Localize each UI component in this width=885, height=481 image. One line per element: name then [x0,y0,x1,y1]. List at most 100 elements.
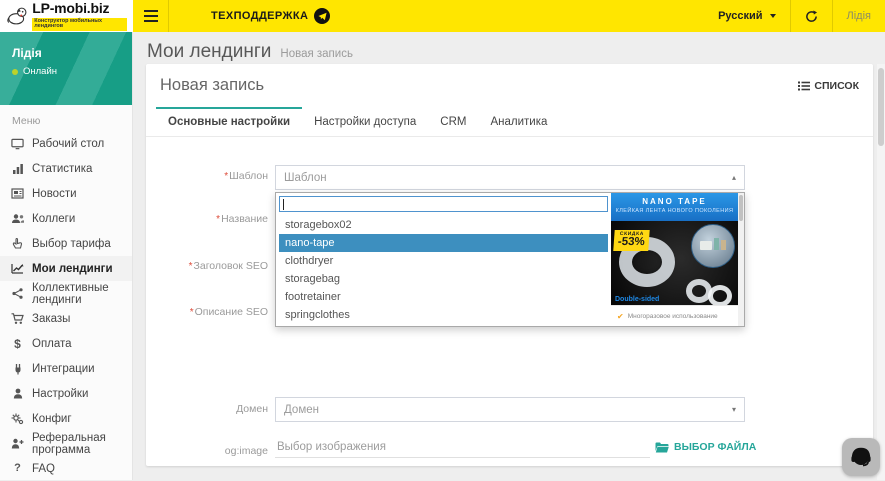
domain-select-placeholder: Домен [284,404,319,416]
user-profile-panel: Лідія Онлайн [0,32,132,105]
sidebar-item-settings[interactable]: Настройки [0,381,132,406]
sidebar-item-label: Конфиг [32,413,72,425]
user-menu[interactable]: Лідія [833,0,885,32]
logo-title: LP-mobi.biz [32,1,127,15]
caret-down-icon [770,14,776,18]
domain-label: Домен [150,403,268,415]
dog-logo-icon [6,5,28,27]
discount-badge: СКИДКА -53% [613,230,649,251]
bar-chart-icon [10,163,25,175]
option-storagebox02[interactable]: storagebox02 [279,216,608,234]
list-button[interactable]: СПИСОК [798,80,859,92]
telegram-icon [314,8,330,24]
page-title: Мои лендинги [147,41,271,63]
sidebar-item-colleagues[interactable]: Коллеги [0,206,132,231]
tape-roll-small [708,285,732,307]
profile-status: Онлайн [23,66,57,77]
option-springclothes[interactable]: springclothes [279,306,608,324]
choose-file-button[interactable]: ВЫБОР ФАЙЛА [655,441,756,453]
sidebar-item-label: Интеграции [32,363,95,375]
preview-scrollbar[interactable] [738,193,744,326]
template-dropdown-panel: storagebox02 nano-tape clothdryer storag… [275,192,745,327]
preview-feature: Многоразовое использование [628,313,718,320]
profile-name: Лідія [12,46,120,60]
seo-title-label: *Заголовок SEO [150,260,268,272]
user-plus-icon [10,438,25,449]
option-clothdryer[interactable]: clothdryer [279,252,608,270]
choose-file-label: ВЫБОР ФАЙЛА [674,441,756,453]
page-header: Мои лендинги Новая запись [133,32,885,63]
refresh-icon [805,10,818,23]
tab-crm[interactable]: CRM [428,109,478,136]
news-icon [10,188,25,199]
og-image-label: og:image [150,445,268,457]
sidebar-item-orders[interactable]: Заказы [0,306,132,331]
preview-title: NANO TAPE [611,197,738,206]
form: *Шаблон Шаблон ▴ *Название *Заголовок SE… [146,137,873,467]
sidebar-item-label: Мои лендинги [32,263,113,275]
option-footretainer[interactable]: footretainer [279,288,608,306]
sidebar-item-config[interactable]: Конфиг [0,406,132,431]
folder-icon [655,442,669,453]
sidebar-item-label: Оплата [32,338,72,350]
og-image-input[interactable] [275,437,650,458]
page-scrollbar[interactable] [877,64,885,480]
sidebar-item-label: Заказы [32,313,70,325]
sidebar-item-my-landings[interactable]: Мои лендинги [0,256,132,281]
hamburger-icon[interactable] [133,0,169,32]
top-bar: LP-mobi.biz Конструктор мобильных лендин… [0,0,885,32]
breadcrumb: Новая запись [280,48,353,60]
desktop-icon [10,138,25,150]
user-icon [10,388,25,399]
list-icon [798,81,810,91]
sidebar-item-news[interactable]: Новости [0,181,132,206]
preview-caption: Double-sided [615,296,659,303]
domain-select[interactable]: Домен ▾ [275,397,745,422]
sidebar-menu: Рабочий стол Статистика Новости Коллеги … [0,131,132,481]
template-select-placeholder: Шаблон [284,172,327,184]
sidebar-item-desktop[interactable]: Рабочий стол [0,131,132,156]
hand-pointer-icon [10,238,25,250]
tab-access-settings[interactable]: Настройки доступа [302,109,428,136]
language-label: Русский [718,10,762,22]
sidebar-item-label: Выбор тарифа [32,238,111,250]
sidebar-item-referral[interactable]: Реферальная программа [0,431,132,456]
sidebar-item-label: Рабочий стол [32,138,104,150]
card-title: Новая запись [160,76,264,95]
support-label: ТЕХПОДДЕРЖКА [211,10,308,22]
language-dropdown[interactable]: Русский [704,0,789,32]
tab-analytics[interactable]: Аналитика [478,109,559,136]
seo-description-label: *Описание SEO [150,306,268,318]
gears-icon [10,413,25,425]
template-preview: NANO TAPE КЛЕЙКАЯ ЛЕНТА НОВОГО ПОКОЛЕНИЯ… [611,193,738,326]
sidebar: Лідія Онлайн Меню Рабочий стол Статистик… [0,32,133,480]
sidebar-item-payment[interactable]: $ Оплата [0,331,132,356]
sidebar-item-faq[interactable]: ? FAQ [0,456,132,481]
option-storagebag[interactable]: storagebag [279,270,608,288]
caret-icon: ▾ [732,405,736,414]
sidebar-item-statistics[interactable]: Статистика [0,156,132,181]
logo[interactable]: LP-mobi.biz Конструктор мобильных лендин… [0,0,133,32]
list-button-label: СПИСОК [814,80,859,92]
refresh-button[interactable] [791,0,832,32]
sidebar-item-label: Новости [32,188,77,200]
check-icon: ✔ [617,312,624,321]
users-icon [10,213,25,224]
new-record-card: Новая запись СПИСОК Основные настройки Н… [146,64,873,466]
tabs: Основные настройки Настройки доступа CRM… [146,99,873,137]
sidebar-item-tariff[interactable]: Выбор тарифа [0,231,132,256]
template-options: storagebox02 nano-tape clothdryer storag… [279,216,608,324]
support-chat-button[interactable] [842,438,880,476]
sidebar-item-label: FAQ [32,463,55,475]
tab-main-settings[interactable]: Основные настройки [156,107,302,136]
template-search-input[interactable] [279,196,608,212]
support-button[interactable]: ТЕХПОДДЕРЖКА [211,0,330,32]
option-nano-tape[interactable]: nano-tape [279,234,608,252]
sidebar-item-collective-landings[interactable]: Коллективные лендинги [0,281,132,306]
text-cursor [283,199,284,210]
sidebar-item-label: Настройки [32,388,88,400]
sidebar-item-integrations[interactable]: Интеграции [0,356,132,381]
name-label: *Название [150,213,268,225]
template-select[interactable]: Шаблон ▴ [275,165,745,190]
online-status-dot [12,69,18,75]
